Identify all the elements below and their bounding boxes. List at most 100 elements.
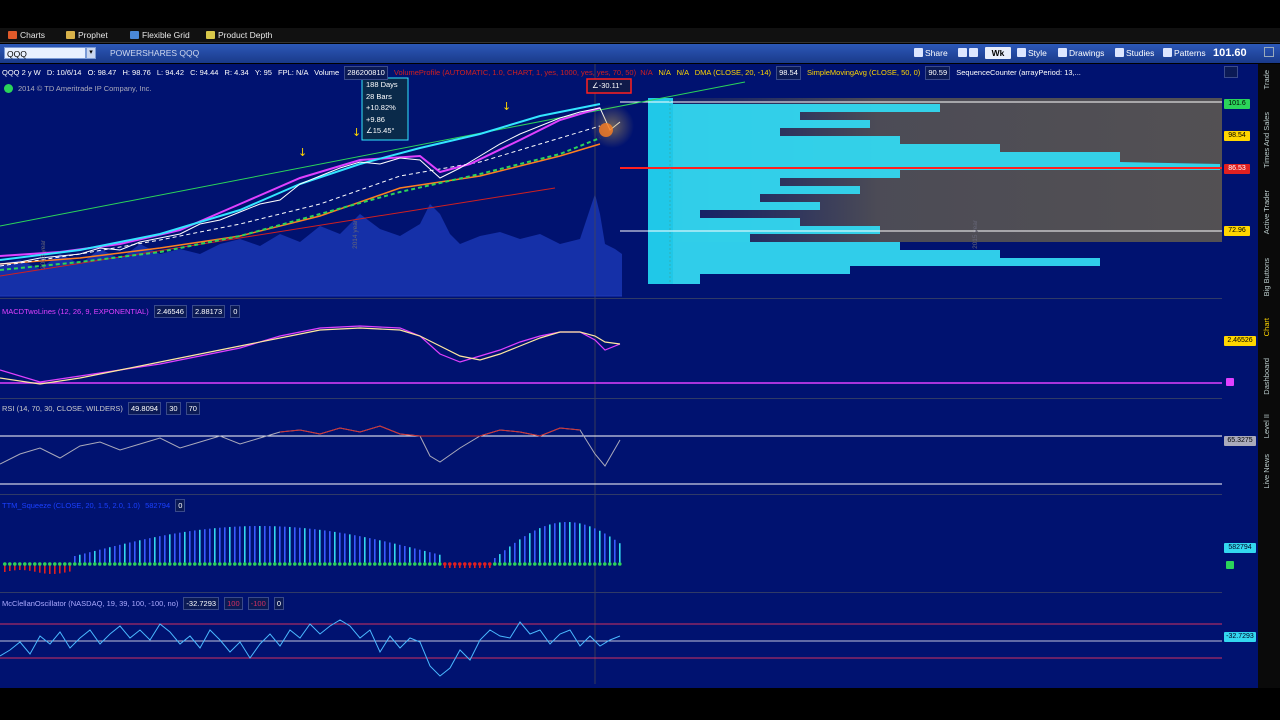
mcclellan-line <box>0 619 621 677</box>
share-button[interactable]: Share <box>914 46 948 60</box>
ttm-squeeze-dot <box>278 562 282 566</box>
arrow-marker-3: ↓ <box>502 100 511 113</box>
ttm-squeeze-dot <box>368 562 372 566</box>
year-label-2014: 2014 year <box>352 220 359 249</box>
sequence-counter-label[interactable]: SequenceCounter (arrayPeriod: 13,... <box>956 68 1081 77</box>
sma-label[interactable]: SimpleMovingAvg (CLOSE, 50, 0) <box>807 68 920 77</box>
ttm-squeeze-dot <box>78 562 82 566</box>
dma-label[interactable]: DMA (CLOSE, 20, -14) <box>695 68 771 77</box>
ttm-bar <box>209 528 211 564</box>
ttm-squeeze-dot <box>248 562 252 566</box>
patterns-button[interactable]: Patterns <box>1163 46 1206 60</box>
ttm-squeeze-dot <box>283 562 287 566</box>
ttm-bar <box>164 535 166 564</box>
symbol-input[interactable]: QQQ <box>4 47 86 59</box>
menu-prophet-label: Prophet <box>78 30 108 40</box>
volume-label[interactable]: Volume <box>314 68 339 77</box>
rail-level-ii[interactable]: Level II <box>1262 414 1271 438</box>
macd-signal-line <box>0 327 621 385</box>
ttm-squeeze-dot <box>313 562 317 566</box>
na-value-3: N/A <box>676 68 689 77</box>
ttm-squeeze-dot <box>153 562 157 566</box>
studies-button[interactable]: Studies <box>1115 46 1154 60</box>
chart-period[interactable]: QQQ 2 y W <box>2 68 41 77</box>
style-label: Style <box>1028 48 1047 58</box>
macd-study-label[interactable]: MACDTwoLines (12, 26, 9, EXPONENTIAL) 2.… <box>2 305 241 318</box>
share-label: Share <box>925 48 948 58</box>
rsi-study-label[interactable]: RSI (14, 70, 30, CLOSE, WILDERS) 49.8094… <box>2 402 200 415</box>
rail-live-news[interactable]: Live News <box>1262 454 1271 489</box>
ttm-bar <box>114 546 116 564</box>
mcclellan-label: McClellanOscillator (NASDAQ, 19, 39, 100… <box>2 599 179 608</box>
rsi-oversold: 30 <box>166 402 181 415</box>
rail-active-trader[interactable]: Active Trader <box>1262 190 1271 234</box>
ttm-squeeze-dot <box>53 562 57 566</box>
volume-profile-label[interactable]: VolumeProfile (AUTOMATIC, 1.0, CHART, 1,… <box>394 68 636 77</box>
current-price-glow <box>590 104 634 148</box>
bottom-bar <box>0 688 1280 720</box>
price-tag-dma: 98.54 <box>1224 131 1250 141</box>
ttm-squeeze-dot <box>133 562 137 566</box>
ttm-squeeze-dot <box>473 562 477 566</box>
sma-value: 90.59 <box>925 66 951 80</box>
rail-times-and-sales[interactable]: Times And Sales <box>1262 112 1271 168</box>
rail-big-buttons[interactable]: Big Buttons <box>1262 258 1271 296</box>
period-button[interactable]: Wk <box>985 47 1011 59</box>
ttm-squeeze-dot <box>448 562 452 566</box>
ttm-squeeze-dot <box>328 562 332 566</box>
grid-icon <box>130 31 139 39</box>
chart-canvas: ↓ ↓ ↓ <box>0 64 1222 684</box>
rsi-overbought-segments <box>279 425 581 437</box>
ttm-zero: 0 <box>175 499 186 512</box>
drawings-label: Drawings <box>1069 48 1105 58</box>
ttm-bar <box>544 526 546 564</box>
arrow-marker-2: ↓ <box>352 126 361 139</box>
menu-prophet[interactable]: Prophet <box>66 28 108 42</box>
pencil-icon <box>1058 48 1067 57</box>
ttm-squeeze-dot <box>123 562 127 566</box>
ttm-squeeze-dot <box>418 562 422 566</box>
mcclellan-upper: 100 <box>224 597 243 610</box>
menu-product-depth[interactable]: Product Depth <box>206 28 272 42</box>
collapse-icon[interactable] <box>1224 66 1238 78</box>
ttm-bar <box>394 543 396 564</box>
ttm-squeeze-dot <box>238 562 242 566</box>
ttm-bar <box>339 532 341 564</box>
ttm-bar <box>249 526 251 564</box>
rail-dashboard[interactable]: Dashboard <box>1262 358 1271 395</box>
ttm-squeeze-dot <box>548 562 552 566</box>
ttm-bar <box>344 533 346 564</box>
drawings-button[interactable]: Drawings <box>1058 46 1104 60</box>
ttm-squeeze-dot <box>18 562 22 566</box>
patterns-icon <box>1163 48 1172 57</box>
rsi-panel <box>0 425 1222 485</box>
ttm-squeeze-dot <box>508 562 512 566</box>
ttm-squeeze-dot <box>498 562 502 566</box>
ttm-squeeze-dot <box>253 562 257 566</box>
ttm-squeeze-dot <box>158 562 162 566</box>
ttm-bar <box>174 533 176 564</box>
rail-trade[interactable]: Trade <box>1262 70 1271 89</box>
maximize-icon[interactable] <box>1264 47 1274 57</box>
measure-change: +9.86 <box>366 114 385 124</box>
ttm-study-label[interactable]: TTM_Squeeze (CLOSE, 20, 1.5, 2.0, 1.0) 5… <box>2 499 186 512</box>
ttm-squeeze-dot <box>388 562 392 566</box>
symbol-dropdown-button[interactable]: ▾ <box>86 47 96 59</box>
tools-button[interactable] <box>958 46 982 60</box>
ttm-bar <box>554 523 556 564</box>
ttm-bar <box>159 536 161 564</box>
ttm-bar <box>169 534 171 564</box>
menu-flexible-grid[interactable]: Flexible Grid <box>130 28 190 42</box>
rail-chart[interactable]: Chart <box>1262 318 1271 336</box>
ttm-bar <box>359 536 361 564</box>
menu-charts[interactable]: Charts <box>8 28 45 42</box>
ttm-squeeze-dot <box>258 562 262 566</box>
mcclellan-study-label[interactable]: McClellanOscillator (NASDAQ, 19, 39, 100… <box>2 597 285 610</box>
separator-4 <box>0 592 1222 593</box>
ttm-squeeze-dot <box>523 562 527 566</box>
ttm-bar <box>129 542 131 564</box>
ttm-squeeze-dot <box>243 562 247 566</box>
style-button[interactable]: Style <box>1017 46 1047 60</box>
ttm-bar <box>294 527 296 564</box>
ttm-label: TTM_Squeeze (CLOSE, 20, 1.5, 2.0, 1.0) <box>2 501 140 510</box>
